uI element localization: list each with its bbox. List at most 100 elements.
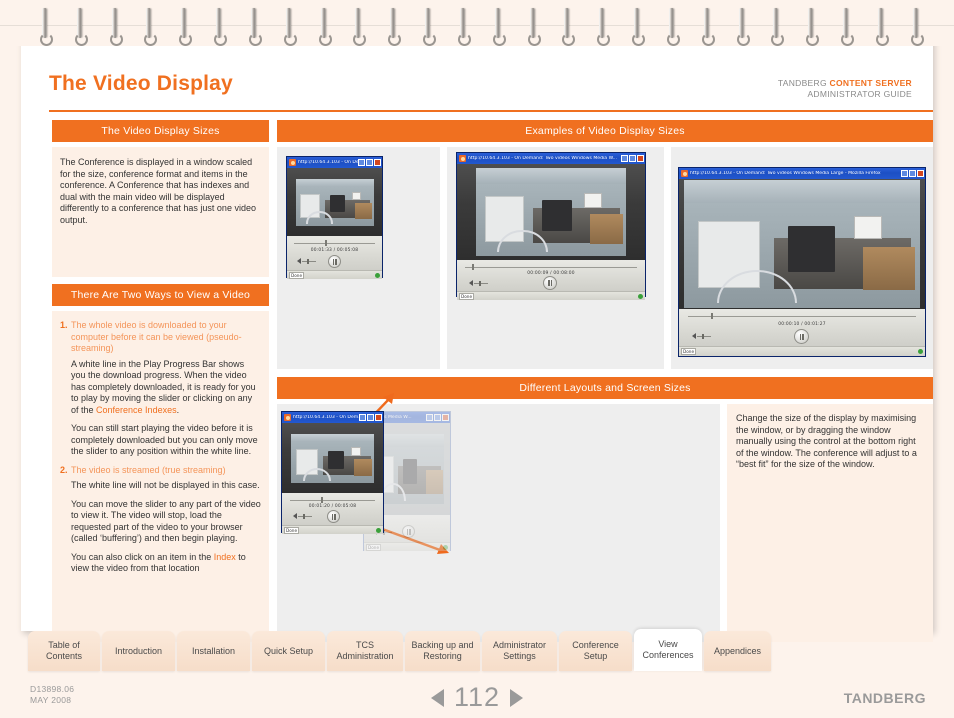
- close-icon[interactable]: [917, 170, 924, 177]
- binding-ring: [841, 8, 855, 46]
- player-controls[interactable]: 00:00:09 / 00:08:00: [457, 260, 645, 291]
- pause-button[interactable]: [328, 255, 341, 268]
- secure-lock-icon: [918, 349, 923, 354]
- pause-button[interactable]: [402, 525, 415, 538]
- tab-label: Appendices: [713, 645, 762, 656]
- window-title-bar[interactable]: http://10.64.3.103 - On Dem...: [287, 157, 382, 168]
- seek-slider-handle[interactable]: [471, 264, 474, 270]
- play-progress-bar[interactable]: [465, 264, 637, 270]
- volume-control[interactable]: [692, 333, 711, 339]
- close-icon[interactable]: [374, 159, 381, 166]
- volume-control[interactable]: [297, 258, 316, 264]
- media-player-window-large[interactable]: http://10.64.3.103 - On Demand: Two vide…: [678, 167, 926, 357]
- play-progress-bar[interactable]: [294, 240, 375, 246]
- minimize-icon[interactable]: [901, 170, 908, 177]
- volume-slider[interactable]: [697, 333, 711, 339]
- page-navigation[interactable]: 112: [0, 682, 954, 713]
- window-title: http://10.64.3.103 - On Demand: Two vide…: [468, 156, 617, 161]
- player-controls[interactable]: 00:01:20 / 00:05:08: [282, 493, 383, 525]
- tab-introduction[interactable]: Introduction: [102, 631, 175, 671]
- minimize-icon[interactable]: [426, 414, 433, 421]
- tab-tcs-administration[interactable]: TCS Administration: [327, 631, 403, 671]
- window-controls[interactable]: [426, 414, 449, 421]
- browser-status-bar: Done: [282, 525, 383, 534]
- binding-ring: [632, 8, 646, 46]
- player-controls[interactable]: 00:00:10 / 00:01:27: [679, 309, 925, 346]
- video-frame[interactable]: [295, 178, 374, 226]
- binding-ring: [771, 8, 785, 46]
- tab-label: Conference Setup: [572, 640, 619, 661]
- tab-appendices[interactable]: Appendices: [704, 631, 771, 671]
- tab-view-conferences[interactable]: View Conferences: [634, 629, 702, 671]
- tab-backing-up-and-restoring[interactable]: Backing up and Restoring: [405, 631, 480, 671]
- binding-ring: [353, 8, 367, 46]
- tab-label: Installation: [191, 645, 236, 656]
- window-controls[interactable]: [359, 414, 382, 421]
- binding-ring: [806, 8, 820, 46]
- seek-slider-handle[interactable]: [324, 240, 327, 246]
- media-player-window-original[interactable]: http://10.64.3.103 - On Dem... 00:01:20 …: [281, 411, 384, 534]
- video-frame[interactable]: [476, 168, 626, 256]
- tab-conference-setup[interactable]: Conference Setup: [559, 631, 632, 671]
- video-monitor: [402, 459, 418, 485]
- binding-ring: [910, 8, 924, 46]
- tab-quick-setup[interactable]: Quick Setup: [252, 631, 325, 671]
- volume-control[interactable]: [293, 513, 312, 519]
- tab-administrator-settings[interactable]: Administrator Settings: [482, 631, 557, 671]
- close-icon[interactable]: [442, 414, 449, 421]
- window-title-bar[interactable]: http://10.64.3.103 - On Dem...: [282, 412, 383, 423]
- doc-brand-prefix: TANDBERG: [777, 78, 830, 88]
- pause-button[interactable]: [327, 510, 340, 523]
- minimize-icon[interactable]: [358, 159, 365, 166]
- conference-indexes-link[interactable]: Conference Indexes: [96, 405, 177, 415]
- time-display: 00:01:20 / 00:05:08: [308, 504, 357, 509]
- close-icon[interactable]: [375, 414, 382, 421]
- media-player-window-small[interactable]: http://10.64.3.103 - On Dem...: [286, 156, 383, 279]
- play-progress-bar[interactable]: [688, 313, 916, 319]
- pause-button[interactable]: [543, 276, 557, 290]
- window-controls[interactable]: [901, 170, 924, 177]
- volume-slider[interactable]: [474, 280, 488, 286]
- video-frame[interactable]: [291, 433, 374, 483]
- volume-slider[interactable]: [302, 258, 316, 264]
- pause-bar: [550, 280, 552, 286]
- tab-table-of-contents[interactable]: Table of Contents: [28, 631, 100, 671]
- minimize-icon[interactable]: [621, 155, 628, 162]
- video-cabinet: [426, 470, 443, 495]
- seek-slider-handle[interactable]: [710, 313, 713, 319]
- previous-page-icon[interactable]: [430, 688, 444, 707]
- window-controls[interactable]: [358, 159, 381, 166]
- close-icon[interactable]: [637, 155, 644, 162]
- maximize-icon[interactable]: [434, 414, 441, 421]
- maximize-icon[interactable]: [367, 414, 374, 421]
- video-frame[interactable]: [684, 180, 920, 308]
- speaker-icon: [469, 280, 473, 286]
- paragraph-pre: You can move the slider to any part of t…: [71, 498, 261, 544]
- volume-control[interactable]: [469, 280, 488, 286]
- media-player-window-medium[interactable]: http://10.64.3.103 - On Demand: Two vide…: [456, 152, 646, 300]
- seek-slider-handle[interactable]: [320, 497, 323, 503]
- tab-label: Backing up and Restoring: [411, 640, 474, 661]
- maximize-icon[interactable]: [366, 159, 373, 166]
- document-identifier: TANDBERG CONTENT SERVER ADMINISTRATOR GU…: [778, 78, 912, 100]
- window-title-bar[interactable]: http://10.64.3.103 - On Demand: Two vide…: [457, 153, 645, 164]
- sizes-body-text: The Conference is displayed in a window …: [60, 157, 256, 225]
- pause-bar: [334, 513, 336, 520]
- chapter-tab-bar[interactable]: Table of Contents Introduction Installat…: [28, 629, 783, 673]
- volume-slider[interactable]: [298, 513, 312, 519]
- play-progress-bar[interactable]: [290, 497, 375, 503]
- next-page-icon[interactable]: [510, 688, 524, 707]
- maximize-icon[interactable]: [629, 155, 636, 162]
- tab-installation[interactable]: Installation: [177, 631, 250, 671]
- index-link[interactable]: Index: [214, 552, 236, 562]
- minimize-icon[interactable]: [359, 414, 366, 421]
- pause-button[interactable]: [794, 329, 809, 344]
- video-monitor: [542, 199, 572, 232]
- example-large: http://10.64.3.103 - On Demand: Two vide…: [671, 147, 933, 369]
- page-sheet: The Video Display TANDBERG CONTENT SERVE…: [21, 22, 933, 642]
- window-title-bar[interactable]: http://10.64.3.103 - On Demand: Two vide…: [679, 168, 925, 179]
- speaker-icon: [692, 333, 696, 339]
- player-controls[interactable]: 00:01:33 / 00:05:08: [287, 236, 382, 270]
- window-controls[interactable]: [621, 155, 644, 162]
- maximize-icon[interactable]: [909, 170, 916, 177]
